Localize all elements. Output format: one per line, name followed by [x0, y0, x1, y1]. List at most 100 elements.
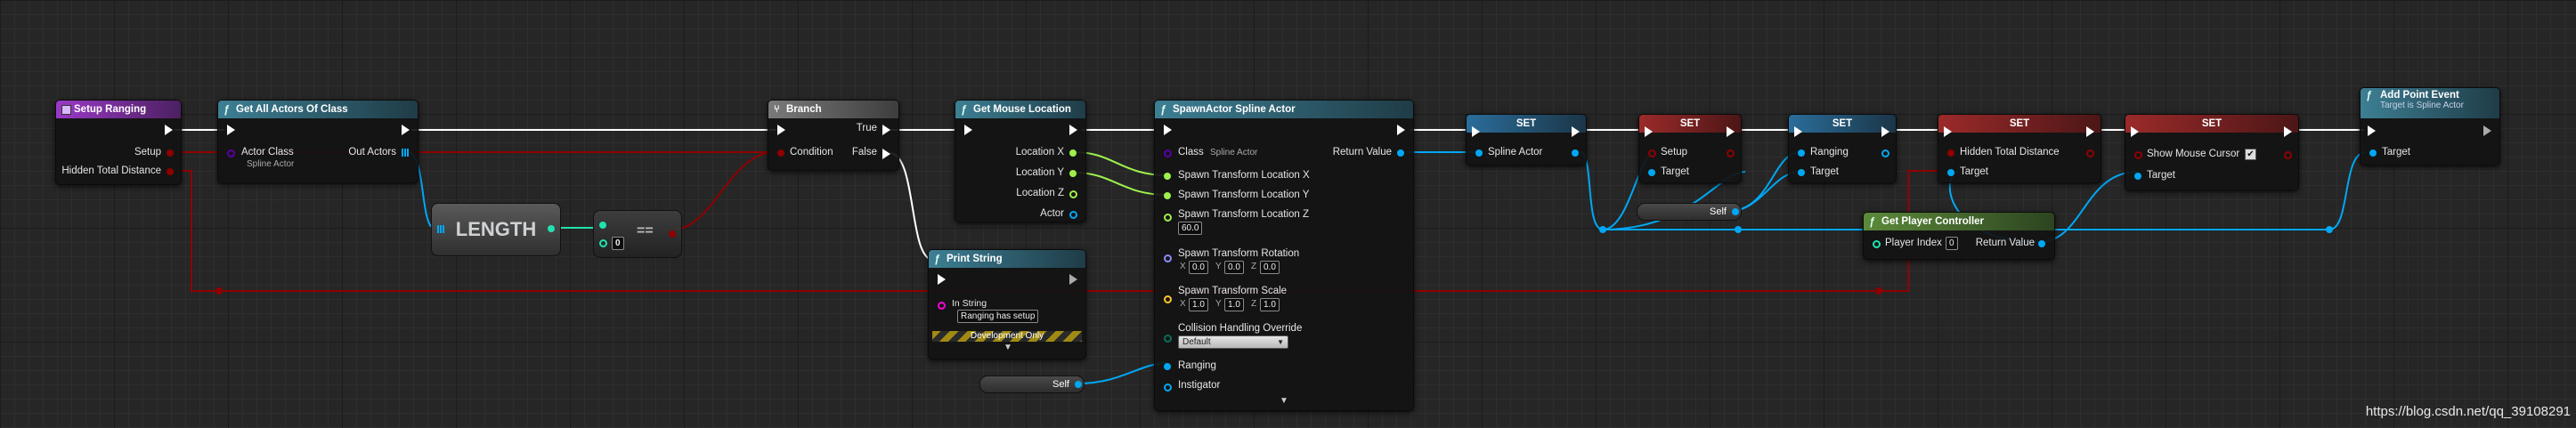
exec-out-pin[interactable] — [2086, 126, 2094, 137]
ranging-out-pin[interactable] — [1881, 149, 1889, 157]
array-in-pin[interactable] — [437, 225, 445, 233]
target-pin[interactable] — [2369, 149, 2377, 157]
show-mouse-out-pin[interactable] — [2284, 151, 2292, 159]
show-mouse-checkbox[interactable]: ✔ — [2245, 149, 2256, 160]
location-z-pin[interactable] — [1069, 190, 1077, 198]
self-out-pin[interactable] — [1075, 381, 1082, 388]
expand-arrow-icon[interactable]: ▼ — [1280, 396, 1288, 406]
self-reference-node[interactable]: Self — [1637, 203, 1742, 221]
rotation-y-field[interactable]: 0.0 — [1224, 261, 1244, 274]
actor-pin[interactable] — [1069, 211, 1077, 219]
set-show-mouse-cursor-node[interactable]: SET Show Mouse Cursor ✔ Target — [2125, 114, 2299, 190]
instigator-pin[interactable] — [1164, 384, 1172, 392]
in-string-pin[interactable] — [938, 302, 946, 310]
add-point-event-node[interactable]: ƒ Add Point Event Target is Spline Actor T… — [2360, 87, 2500, 166]
get-mouse-location-node[interactable]: ƒ Get Mouse Location Location X Location … — [955, 100, 1086, 222]
exec-out-pin[interactable] — [1572, 126, 1580, 137]
actor-class-dropdown[interactable]: Spline Actor — [247, 159, 294, 169]
hidden-total-out-pin[interactable] — [2086, 149, 2094, 157]
actor-class-pin[interactable] — [227, 149, 235, 157]
collision-pin[interactable] — [1164, 335, 1172, 343]
setup-ranging-node[interactable]: Setup Ranging Setup Hidden Total Distanc… — [55, 100, 182, 185]
class-pin[interactable] — [1164, 149, 1172, 157]
hidden-total-pin[interactable] — [167, 168, 174, 175]
return-value-pin[interactable] — [1397, 149, 1404, 157]
self-out-pin[interactable] — [1732, 208, 1739, 215]
exec-in-pin[interactable] — [1794, 126, 1802, 137]
condition-pin[interactable] — [777, 149, 784, 157]
ranging-pin[interactable] — [1164, 363, 1171, 370]
get-all-actors-node[interactable]: ƒ Get All Actors Of Class Actor Class Spl… — [217, 100, 418, 183]
setup-in-pin[interactable] — [1648, 149, 1656, 157]
spline-actor-in-pin[interactable] — [1475, 149, 1483, 157]
player-index-pin[interactable] — [1873, 240, 1881, 248]
target-pin[interactable] — [2134, 173, 2141, 180]
a-in-pin[interactable] — [599, 222, 606, 229]
rotation-z-field[interactable]: 0.0 — [1260, 261, 1280, 274]
scale-y-field[interactable]: 1.0 — [1224, 298, 1244, 311]
transform-z-field[interactable]: 60.0 — [1178, 222, 1203, 235]
scale-x-field[interactable]: 1.0 — [1189, 298, 1208, 311]
set-spline-actor-node[interactable]: SET Spline Actor — [1466, 114, 1587, 166]
bool-out-pin[interactable] — [669, 230, 676, 238]
exec-in-pin[interactable] — [1944, 126, 1952, 137]
exec-out-pin[interactable] — [1397, 125, 1405, 135]
true-exec-pin[interactable] — [882, 125, 890, 135]
exec-in-pin[interactable] — [1472, 126, 1480, 137]
length-node[interactable]: LENGTH — [431, 203, 561, 256]
exec-in-pin[interactable] — [964, 125, 972, 135]
set-ranging-node[interactable]: SET Ranging Target — [1788, 114, 1897, 183]
target-pin[interactable] — [1947, 169, 1954, 176]
false-exec-pin[interactable] — [882, 149, 890, 159]
exec-out-pin[interactable] — [402, 125, 410, 135]
get-player-controller-node[interactable]: ƒ Get Player Controller Player Index 0 Re… — [1863, 212, 2055, 260]
exec-in-pin[interactable] — [227, 125, 235, 135]
exec-out-pin[interactable] — [1069, 125, 1077, 135]
exec-in-pin[interactable] — [938, 274, 946, 285]
exec-out-pin[interactable] — [2284, 126, 2292, 137]
branch-node[interactable]: ⑂ Branch True Condition False — [768, 100, 899, 171]
spawn-actor-node[interactable]: ƒ SpawnActor Spline Actor Class Spline Ac… — [1154, 100, 1414, 411]
exec-in-pin[interactable] — [1645, 126, 1653, 137]
rotation-pin[interactable] — [1164, 254, 1172, 262]
target-pin[interactable] — [1648, 169, 1655, 176]
out-actors-array-pin[interactable] — [402, 149, 410, 157]
rotation-x-field[interactable]: 0.0 — [1189, 261, 1208, 274]
exec-out-pin[interactable] — [165, 125, 173, 135]
player-index-field[interactable]: 0 — [1946, 237, 1958, 250]
exec-in-pin[interactable] — [2131, 126, 2139, 137]
target-pin[interactable] — [1798, 169, 1805, 176]
equal-int-node[interactable]: 0 == — [593, 210, 682, 258]
exec-out-pin[interactable] — [1069, 274, 1077, 285]
exec-out-pin[interactable] — [1727, 126, 1735, 137]
self-reference-node[interactable]: Self — [979, 376, 1085, 393]
transform-z-pin[interactable] — [1164, 214, 1172, 222]
scale-z-field[interactable]: 1.0 — [1260, 298, 1280, 311]
location-x-pin[interactable] — [1069, 149, 1077, 157]
return-value-pin[interactable] — [2038, 240, 2045, 247]
show-mouse-in-pin[interactable] — [2134, 151, 2142, 159]
spline-actor-out-pin[interactable] — [1572, 149, 1579, 157]
scale-pin[interactable] — [1164, 295, 1172, 303]
transform-y-pin[interactable] — [1164, 192, 1171, 199]
set-hidden-total-node[interactable]: SET Hidden Total Distance Target — [1938, 114, 2101, 183]
collision-dropdown[interactable]: Default ▼ — [1178, 335, 1288, 349]
b-in-pin[interactable] — [599, 239, 607, 247]
set-setup-node[interactable]: SET Setup Target — [1638, 114, 1742, 183]
ranging-in-pin[interactable] — [1798, 149, 1805, 157]
exec-out-pin[interactable] — [2483, 125, 2491, 136]
exec-in-pin[interactable] — [2368, 125, 2376, 136]
in-string-field[interactable]: Ranging has setup — [957, 310, 1039, 323]
print-string-node[interactable]: ƒ Print String In String Ranging has setu… — [928, 249, 1086, 359]
exec-in-pin[interactable] — [777, 125, 785, 135]
exec-out-pin[interactable] — [1881, 126, 1889, 137]
int-out-pin[interactable] — [548, 225, 555, 232]
setup-out-pin[interactable] — [1727, 149, 1735, 157]
hidden-total-in-pin[interactable] — [1947, 149, 1954, 157]
transform-x-pin[interactable] — [1164, 173, 1171, 180]
b-value-field[interactable]: 0 — [612, 237, 624, 250]
exec-in-pin[interactable] — [1164, 125, 1172, 135]
setup-pin[interactable] — [167, 149, 174, 157]
class-dropdown[interactable]: Spline Actor — [1210, 148, 1257, 157]
expand-arrow-icon[interactable]: ▼ — [1004, 343, 1012, 352]
